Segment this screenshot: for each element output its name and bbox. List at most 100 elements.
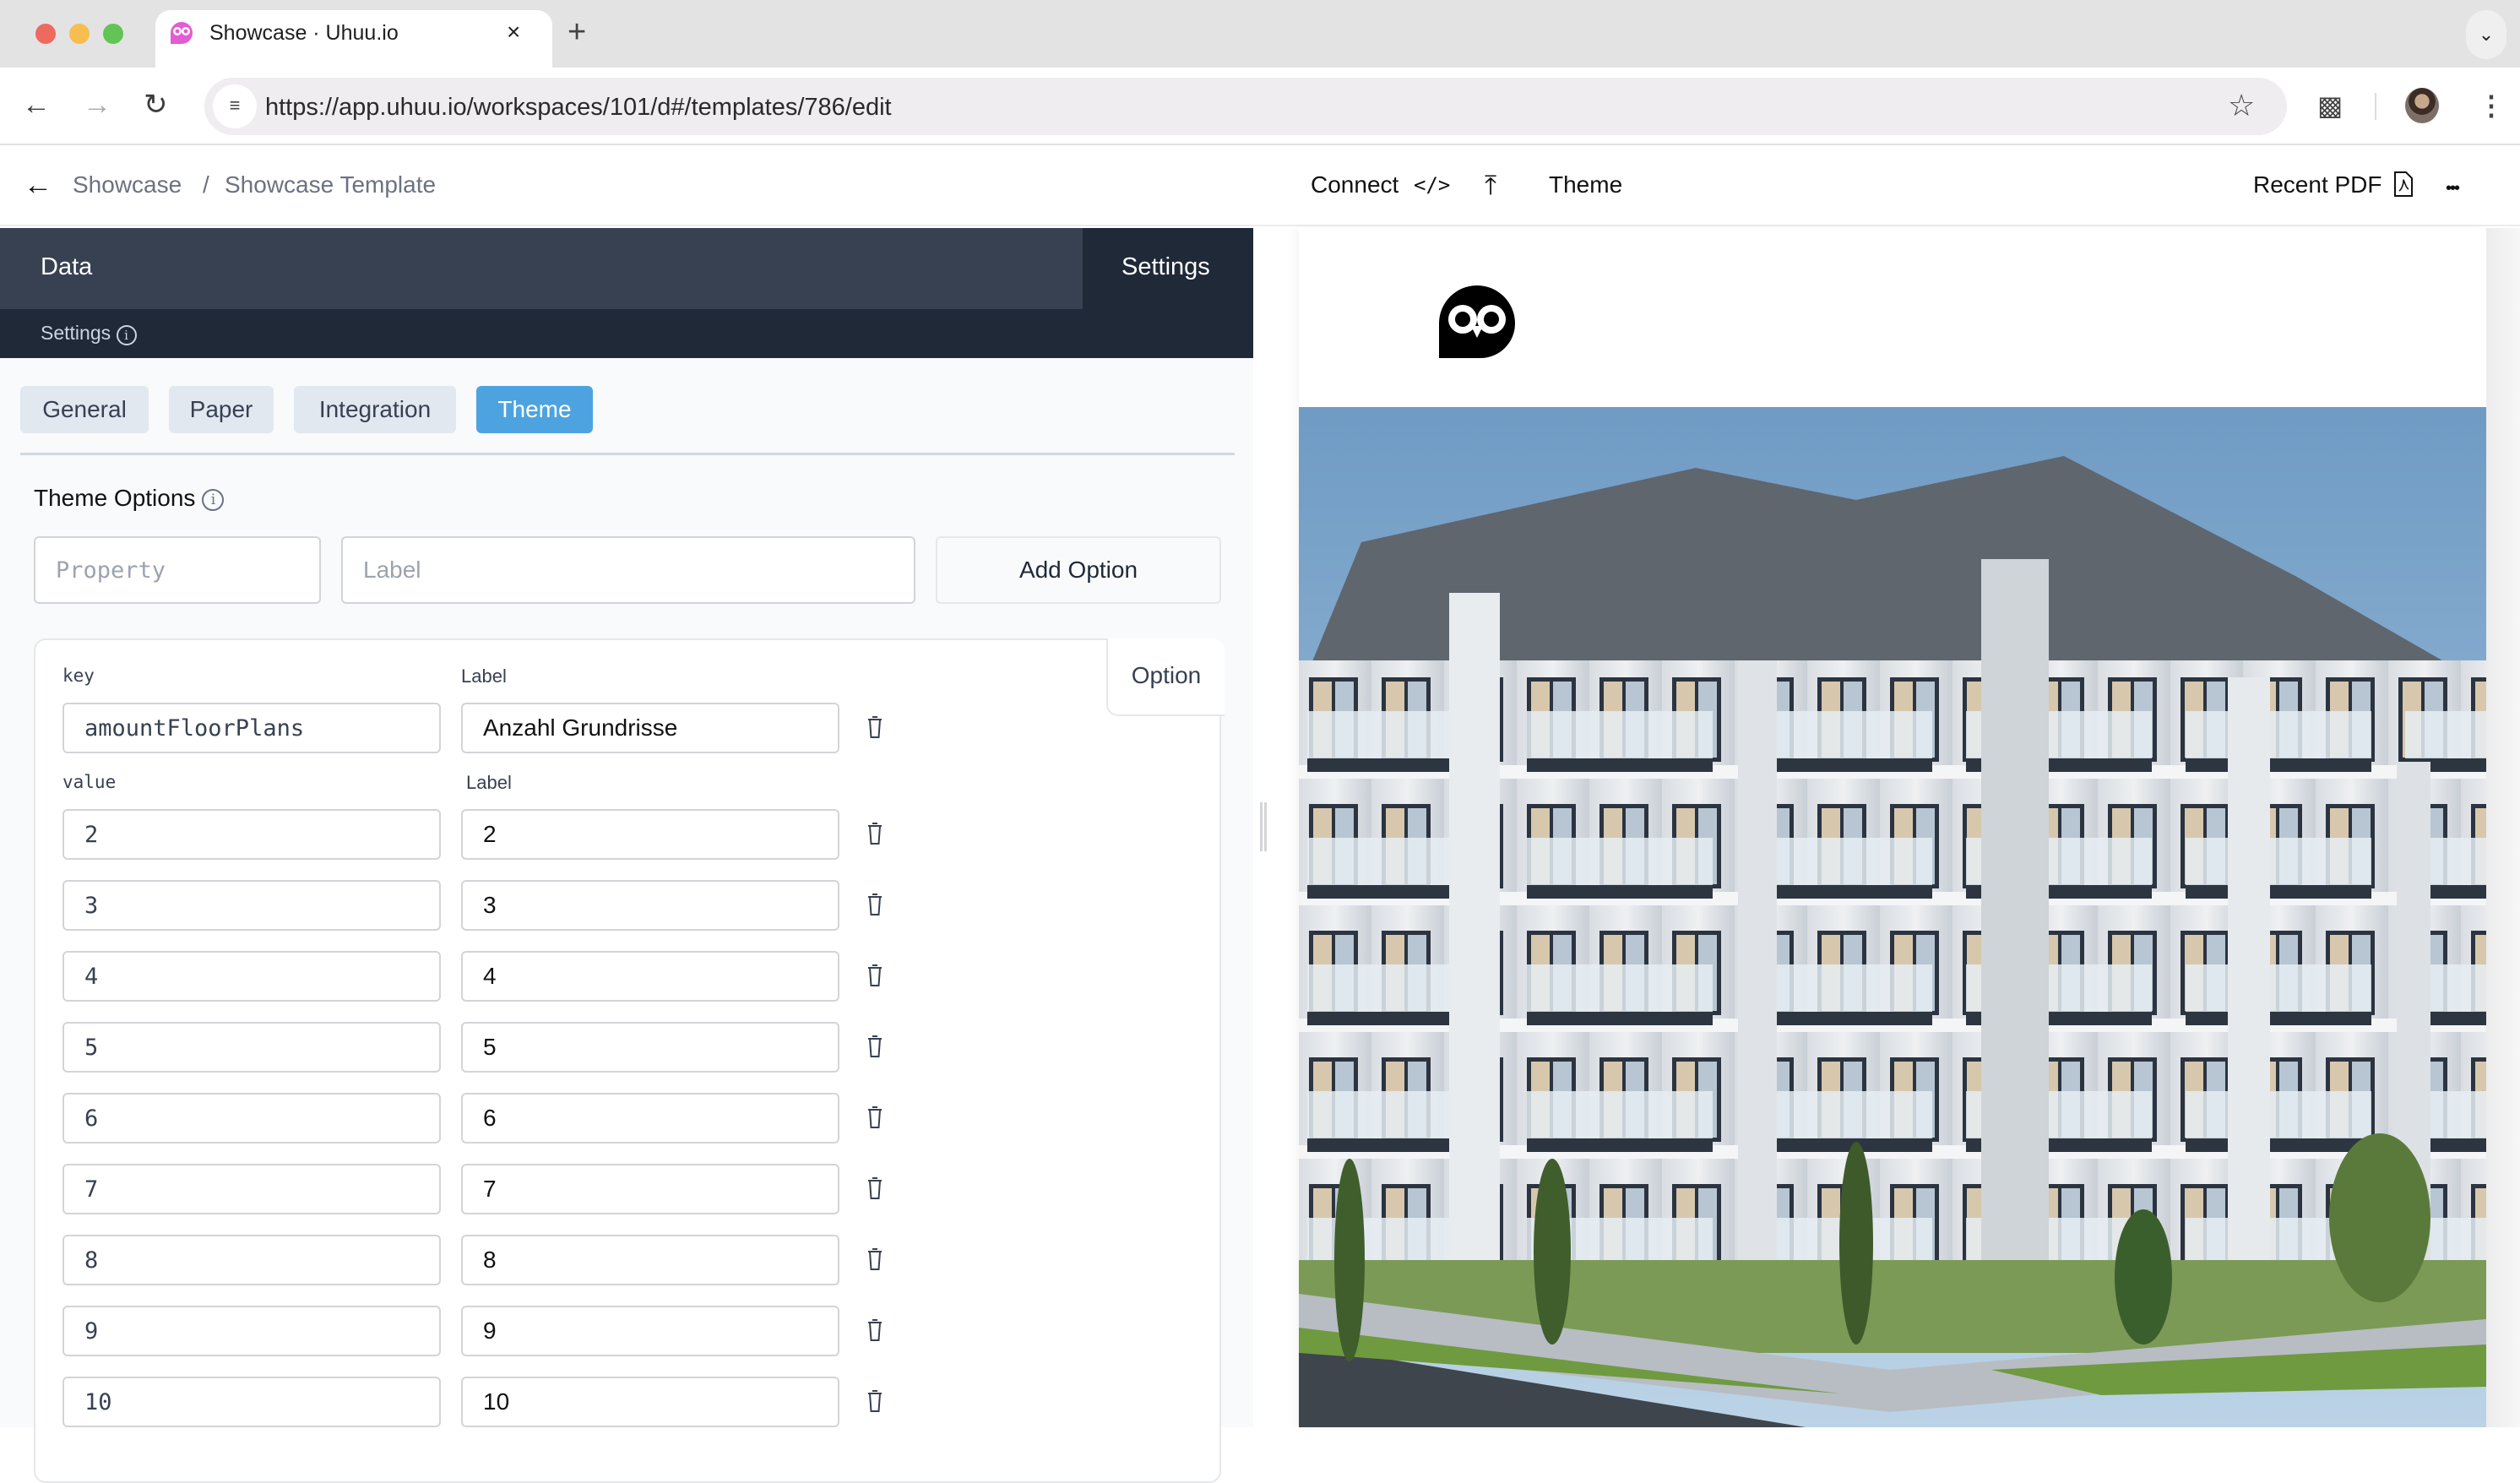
label-input-field[interactable] [343, 538, 914, 602]
value-label-input[interactable] [461, 1306, 839, 1356]
value-label-input-field[interactable] [463, 953, 838, 1000]
forward-icon[interactable]: → [83, 86, 111, 123]
key-label-col2: Label [461, 665, 507, 687]
url-text[interactable]: https://app.uhuu.io/workspaces/101/d#/te… [265, 93, 892, 122]
breadcrumb-showcase[interactable]: Showcase [73, 171, 182, 199]
value-input-field[interactable] [64, 1095, 439, 1142]
value-label-input[interactable] [461, 951, 839, 1002]
delete-trash-icon[interactable] [866, 1034, 884, 1059]
value-input[interactable] [62, 1306, 441, 1356]
reload-icon[interactable]: ↻ [144, 86, 168, 123]
value-label-input[interactable] [461, 1235, 839, 1285]
value-input-field[interactable] [64, 1024, 439, 1071]
profile-avatar[interactable] [2405, 88, 2439, 123]
value-label-input[interactable] [461, 1164, 839, 1214]
value-input[interactable] [62, 809, 441, 860]
panel-tabs: Data Settings [0, 228, 1253, 309]
value-input-field[interactable] [64, 1236, 439, 1284]
value-input[interactable] [62, 1377, 441, 1427]
property-input-field[interactable] [35, 538, 319, 602]
value-label-input[interactable] [461, 880, 839, 931]
delete-trash-icon[interactable] [866, 892, 884, 917]
property-input[interactable] [34, 536, 321, 604]
value-input-field[interactable] [64, 953, 439, 1000]
publish-upload-icon[interactable]: ⤒ [1485, 171, 1496, 199]
value-label-input[interactable] [461, 809, 839, 860]
resize-handle[interactable] [1260, 802, 1267, 851]
connect-button[interactable]: Connect [1311, 171, 1398, 199]
value-label-col2: Label [466, 772, 512, 793]
site-settings-icon[interactable]: ≡ [213, 84, 257, 128]
delete-trash-icon[interactable] [866, 1388, 884, 1414]
delete-trash-icon[interactable] [866, 1176, 884, 1201]
value-label-input[interactable] [461, 1377, 839, 1427]
settings-tab-paper[interactable]: Paper [169, 386, 274, 433]
option-tab[interactable]: Option [1106, 638, 1225, 716]
delete-trash-icon[interactable] [866, 1317, 884, 1343]
settings-tab-integration[interactable]: Integration [294, 386, 456, 433]
label-input[interactable] [341, 536, 915, 604]
back-arrow-icon[interactable]: ← [24, 171, 52, 199]
theme-options-info-icon[interactable]: i [202, 489, 225, 511]
value-label-input-field[interactable] [463, 1095, 838, 1142]
value-input-field[interactable] [64, 882, 439, 929]
more-options-icon[interactable]: ••• [2446, 174, 2460, 203]
info-icon[interactable]: i [116, 325, 137, 345]
tab-settings[interactable]: Settings [1083, 228, 1253, 309]
delete-trash-icon[interactable] [866, 714, 884, 740]
value-input-field[interactable] [64, 1165, 439, 1213]
tab-close-icon[interactable]: × [507, 19, 520, 46]
back-icon[interactable]: ← [22, 86, 51, 123]
breadcrumb-template[interactable]: Showcase Template [225, 171, 436, 199]
theme-options-title: Theme Options i [34, 485, 225, 512]
value-label-input-field[interactable] [463, 1165, 838, 1213]
value-label-input-field[interactable] [463, 811, 838, 858]
value-label-input-field[interactable] [463, 1024, 838, 1071]
value-input-field[interactable] [64, 1378, 439, 1426]
delete-trash-icon[interactable] [866, 963, 884, 988]
value-label-input-field[interactable] [463, 882, 838, 929]
pdf-file-icon[interactable] [2393, 171, 2414, 198]
value-label-input-field[interactable] [463, 1236, 838, 1284]
value-input[interactable] [62, 880, 441, 931]
tab-settings-label: Settings [1122, 253, 1210, 280]
value-input[interactable] [62, 1235, 441, 1285]
value-input[interactable] [62, 951, 441, 1002]
value-label-input-field[interactable] [463, 1307, 838, 1355]
browser-menu-icon[interactable]: ⋮ [2478, 86, 2505, 125]
theme-button[interactable]: Theme [1549, 171, 1622, 199]
value-label-input[interactable] [461, 1022, 839, 1073]
value-label-input[interactable] [461, 1093, 839, 1143]
window-minimize-button[interactable] [69, 24, 90, 44]
value-label-input-field[interactable] [463, 1378, 838, 1426]
recent-pdf-button[interactable]: Recent PDF [2253, 171, 2382, 199]
add-option-button[interactable]: Add Option [936, 536, 1221, 604]
value-input[interactable] [62, 1164, 441, 1214]
key-label-input-field[interactable] [463, 704, 838, 752]
code-icon[interactable]: </> [1414, 171, 1450, 199]
window-close-button[interactable] [35, 24, 56, 44]
delete-trash-icon[interactable] [866, 1247, 884, 1272]
tab-data[interactable]: Data [0, 228, 1083, 309]
value-input-field[interactable] [64, 811, 439, 858]
bookmark-star-icon[interactable]: ☆ [2228, 88, 2255, 123]
new-tab-button[interactable]: + [568, 15, 586, 49]
value-input[interactable] [62, 1093, 441, 1143]
preview-margin [2486, 228, 2520, 1427]
subheader-text: Settings [41, 322, 111, 344]
value-input[interactable] [62, 1022, 441, 1073]
browser-tab[interactable]: Showcase · Uhuu.io × [155, 10, 552, 69]
delete-trash-icon[interactable] [866, 821, 884, 846]
key-input[interactable] [62, 703, 441, 753]
panel-splitter[interactable] [1253, 228, 1299, 1427]
window-maximize-button[interactable] [103, 24, 123, 44]
key-label-input[interactable] [461, 703, 839, 753]
delete-trash-icon[interactable] [866, 1105, 884, 1130]
extensions-puzzle-icon[interactable]: ▩ [2317, 86, 2343, 125]
address-bar[interactable]: ≡ https://app.uhuu.io/workspaces/101/d#/… [204, 78, 2287, 135]
settings-tab-general[interactable]: General [20, 386, 149, 433]
settings-tab-theme[interactable]: Theme [476, 386, 593, 433]
key-input-field[interactable] [64, 704, 439, 752]
value-input-field[interactable] [64, 1307, 439, 1355]
tab-search-chevron-icon[interactable]: ⌄ [2466, 10, 2506, 59]
